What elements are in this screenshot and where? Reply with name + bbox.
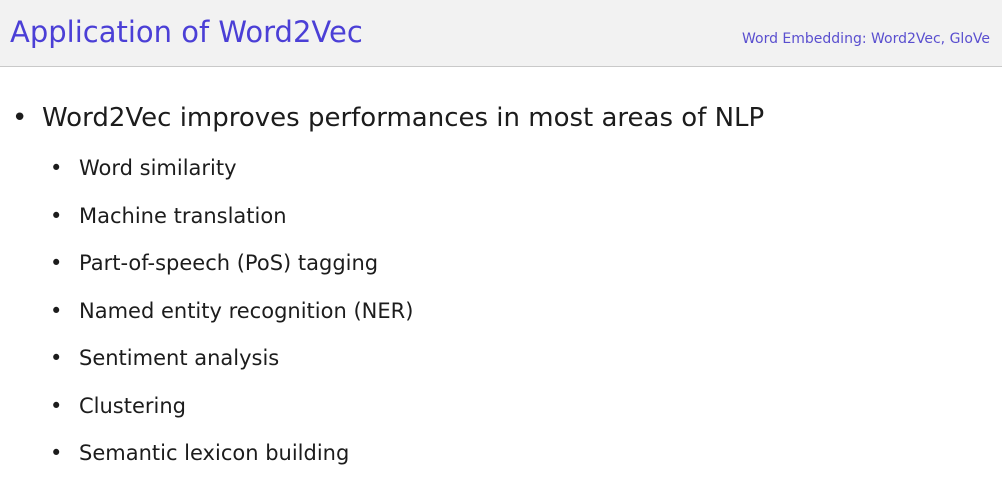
bullet-dot: • <box>50 441 63 465</box>
sub-bullet-item: • Semantic lexicon building <box>50 435 413 482</box>
sub-bullet-text: Part-of-speech (PoS) tagging <box>79 251 379 275</box>
bullet-dot: • <box>50 346 63 370</box>
slide-title: Application of Word2Vec <box>10 15 363 49</box>
slide-subtitle: Word Embedding: Word2Vec, GloVe <box>741 31 990 47</box>
sub-bullet-item: • Word similarity <box>50 150 413 198</box>
sub-bullet-item: • Machine translation <box>50 198 413 246</box>
sub-bullet-item: • Clustering <box>50 388 413 436</box>
sub-bullet-text: Named entity recognition (NER) <box>79 298 414 323</box>
sub-bullet-item: • Sentiment analysis <box>50 340 413 388</box>
main-bullet-text: Word2Vec improves performances in most a… <box>42 103 765 133</box>
bullet-dot: • <box>12 103 28 133</box>
bullet-dot: • <box>50 298 63 323</box>
sub-bullet-text: Word similarity <box>79 156 237 180</box>
slide-header: Application of Word2Vec Word Embedding: … <box>0 0 1002 67</box>
main-bullet-point: • Word2Vec improves performances in most … <box>12 99 764 137</box>
bullet-dot: • <box>50 156 63 180</box>
bullet-dot: • <box>50 203 63 228</box>
sub-bullet-text: Clustering <box>79 393 187 418</box>
sub-bullet-item: • Part-of-speech (PoS) tagging <box>50 245 413 293</box>
bullet-dot: • <box>50 251 63 275</box>
sub-bullet-text: Semantic lexicon building <box>79 441 350 465</box>
sub-bullet-item: • Named entity recognition (NER) <box>50 293 413 341</box>
slide: Application of Word2Vec Word Embedding: … <box>0 0 1002 482</box>
sub-bullet-list: • Word similarity • Machine translation • P… <box>50 150 413 482</box>
bullet-dot: • <box>50 393 63 418</box>
sub-bullet-text: Machine translation <box>79 203 287 228</box>
sub-bullet-text: Sentiment analysis <box>79 346 280 370</box>
